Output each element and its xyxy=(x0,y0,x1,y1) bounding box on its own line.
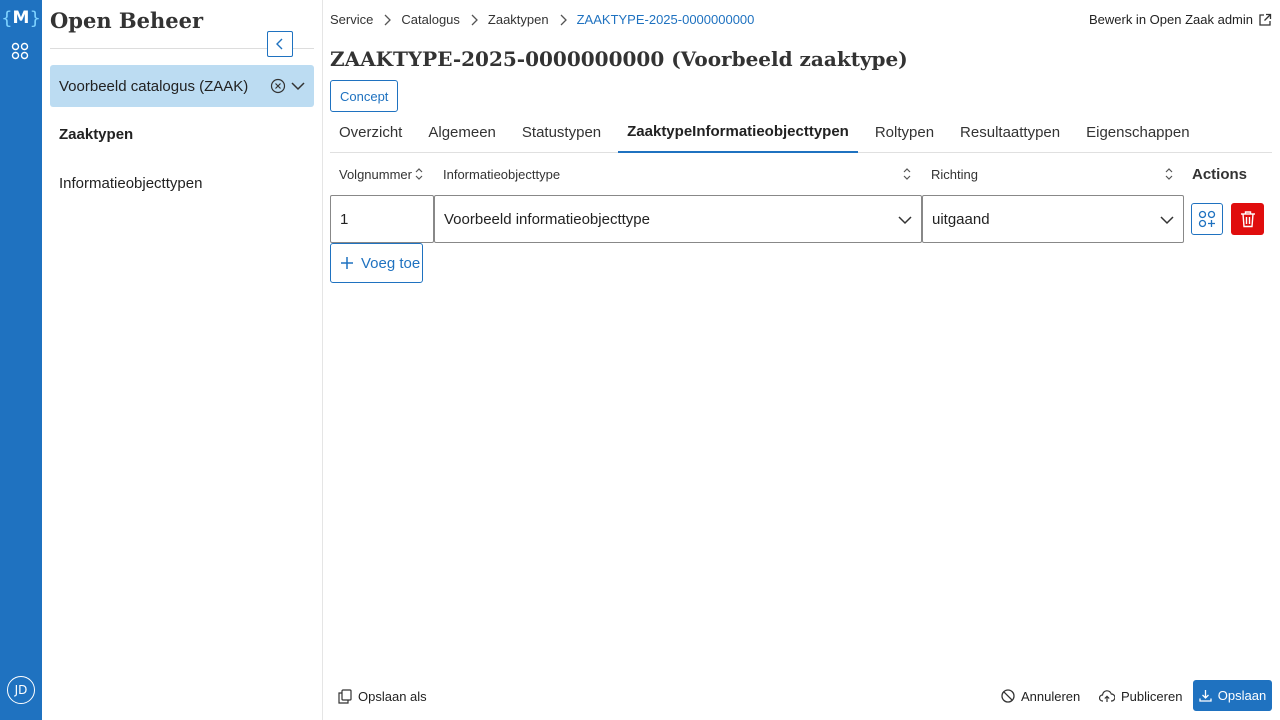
save-as-label: Opslaan als xyxy=(358,688,427,704)
chevron-right-icon xyxy=(549,14,577,26)
breadcrumb-item-service[interactable]: Service xyxy=(330,12,373,27)
breadcrumb: Service Catalogus Zaaktypen ZAAKTYPE-202… xyxy=(330,12,754,27)
logo-brace-left: { xyxy=(1,7,13,29)
save-button[interactable]: Opslaan xyxy=(1193,680,1272,711)
trash-icon xyxy=(1240,211,1255,228)
external-link-icon xyxy=(1259,13,1272,26)
cancel-label: Annuleren xyxy=(1021,688,1081,704)
status-badge: Concept xyxy=(330,80,399,112)
catalog-select[interactable]: Voorbeeld catalogus (ZAAK) xyxy=(50,65,314,107)
cancel-button[interactable]: Annuleren xyxy=(1001,681,1080,711)
plus-icon xyxy=(341,257,353,269)
tab-statustypen[interactable]: Statustypen xyxy=(513,112,610,153)
save-as-button[interactable]: Opslaan als xyxy=(338,681,427,711)
publish-button[interactable]: Publiceren xyxy=(1099,681,1182,711)
catalog-select-value: Voorbeeld catalogus (ZAAK) xyxy=(59,77,249,95)
admin-link[interactable]: Bewerk in Open Zaak admin xyxy=(1089,12,1272,27)
column-header-informatieobjecttype[interactable]: Informatieobjecttype xyxy=(443,160,560,188)
sidebar-item-informatieobjecttypen[interactable]: Informatieobjecttypen xyxy=(59,175,202,192)
copy-icon xyxy=(338,688,352,704)
main-content: Service Catalogus Zaaktypen ZAAKTYPE-202… xyxy=(323,0,1280,720)
tab-zaaktypeinformatieobjecttypen[interactable]: ZaaktypeInformatieobjecttypen xyxy=(618,112,858,153)
cloud-upload-icon xyxy=(1099,690,1115,702)
volgnummer-value: 1 xyxy=(340,210,349,228)
tab-overzicht[interactable]: Overzicht xyxy=(330,112,411,153)
sort-icon[interactable] xyxy=(1164,167,1174,181)
apps-grid-icon[interactable] xyxy=(11,42,29,60)
chevron-right-icon xyxy=(460,14,488,26)
informatieobjecttype-select[interactable]: Voorbeeld informatieobjecttype xyxy=(434,195,922,243)
column-header-volgnummer[interactable]: Volgnummer xyxy=(339,160,412,188)
column-header-label: Richting xyxy=(931,166,978,182)
sidebar-item-zaaktypen[interactable]: Zaaktypen xyxy=(59,126,133,143)
breadcrumb-item-catalogus[interactable]: Catalogus xyxy=(401,12,460,27)
edit-row-button[interactable] xyxy=(1191,203,1223,235)
breadcrumb-current[interactable]: ZAAKTYPE-2025-0000000000 xyxy=(577,12,755,27)
download-icon xyxy=(1199,690,1212,702)
app-title: Open Beheer xyxy=(50,8,204,33)
column-header-label: Actions xyxy=(1192,165,1248,183)
admin-link-label: Bewerk in Open Zaak admin xyxy=(1088,12,1253,27)
column-header-actions: Actions xyxy=(1192,160,1247,188)
logo-brace-right: } xyxy=(29,7,41,29)
clear-selection-icon[interactable] xyxy=(270,78,286,94)
save-label: Opslaan xyxy=(1217,688,1267,703)
app-logo[interactable]: { M } xyxy=(1,6,41,30)
apps-add-icon xyxy=(1198,210,1216,228)
richting-select[interactable]: uitgaand xyxy=(922,195,1184,243)
breadcrumb-item-zaaktypen[interactable]: Zaaktypen xyxy=(488,12,549,27)
ban-icon xyxy=(1001,689,1015,703)
add-row-label: Voeg toe xyxy=(361,254,421,272)
publish-label: Publiceren xyxy=(1121,688,1183,704)
informatieobjecttype-value: Voorbeeld informatieobjecttype xyxy=(444,210,650,228)
delete-row-button[interactable] xyxy=(1231,203,1264,235)
add-row-button[interactable]: Voeg toe xyxy=(330,243,423,283)
volgnummer-input[interactable]: 1 xyxy=(330,195,434,243)
collapse-sidebar-button[interactable] xyxy=(267,31,293,57)
richting-value: uitgaand xyxy=(932,210,990,228)
page-title: ZAAKTYPE-2025-0000000000 (Voorbeeld zaak… xyxy=(330,47,908,71)
column-header-richting[interactable]: Richting xyxy=(931,160,978,188)
avatar[interactable]: JD xyxy=(7,676,35,704)
app-rail: { M } JD xyxy=(0,0,42,720)
chevron-down-icon xyxy=(1160,216,1174,225)
logo-letter: M xyxy=(12,8,30,28)
column-header-label: Informatieobjecttype xyxy=(443,166,561,182)
tab-resultaattypen[interactable]: Resultaattypen xyxy=(951,112,1069,153)
chevron-left-icon xyxy=(276,38,283,50)
tab-algemeen[interactable]: Algemeen xyxy=(419,112,505,153)
tab-bar: Overzicht Algemeen Statustypen ZaaktypeI… xyxy=(330,112,1272,153)
chevron-down-icon[interactable] xyxy=(291,79,305,93)
chevron-down-icon xyxy=(898,216,912,225)
sort-icon[interactable] xyxy=(902,167,912,181)
sort-icon[interactable] xyxy=(414,167,424,181)
tab-eigenschappen[interactable]: Eigenschappen xyxy=(1077,112,1198,153)
sidebar: Open Beheer Voorbeeld catalogus (ZAAK) Z… xyxy=(42,0,323,720)
chevron-right-icon xyxy=(373,14,401,26)
tab-roltypen[interactable]: Roltypen xyxy=(866,112,943,153)
column-header-label: Volgnummer xyxy=(339,166,412,182)
